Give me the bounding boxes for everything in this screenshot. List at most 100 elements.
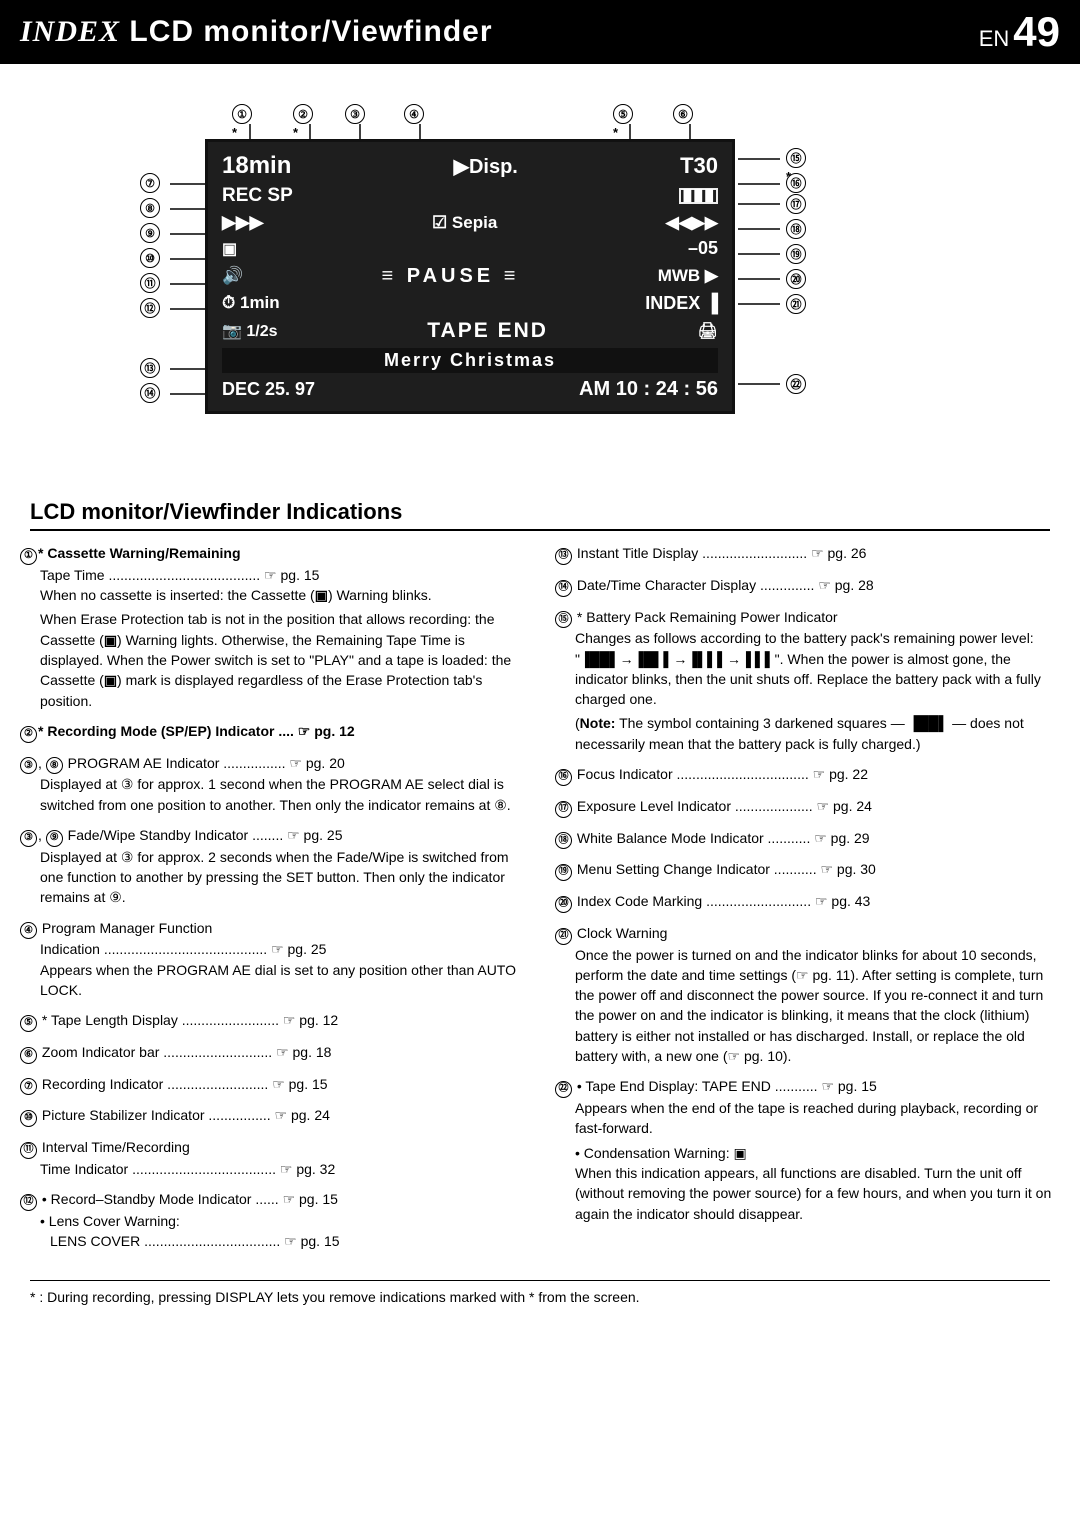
lcd-grid-icon: ▣ xyxy=(222,239,237,259)
item-16: ⑯ Focus Indicator ......................… xyxy=(555,764,1060,786)
page-number-block: EN 49 xyxy=(979,8,1060,56)
lcd-sepia: ☑ Sepia xyxy=(432,213,497,233)
item-2: ②* Recording Mode (SP/EP) Indicator ....… xyxy=(20,721,525,743)
callout-16: ⑯ xyxy=(786,173,806,193)
item-7-num: ⑦ xyxy=(20,1078,37,1095)
item-12-num: ⑫ xyxy=(20,1194,37,1211)
callout-6: ⑥ xyxy=(673,104,693,124)
item-14: ⑭ Date/Time Character Display ..........… xyxy=(555,575,1060,597)
item-10: ⑩ Picture Stabilizer Indicator .........… xyxy=(20,1105,525,1127)
lcd-row-2: REC SP █ █ █ xyxy=(222,185,718,207)
item-8-num: ⑧ xyxy=(46,757,63,774)
lcd-direction-arrows: ◀◀▶▶ xyxy=(666,213,718,233)
page-header: INDEX LCD monitor/Viewfinder EN 49 xyxy=(0,0,1080,64)
lcd-row-3: ▶▶▶ ☑ Sepia ◀◀▶▶ xyxy=(222,212,718,233)
item-6: ⑥ Zoom Indicator bar ...................… xyxy=(20,1042,525,1064)
item-3b-num: ③ xyxy=(20,830,37,847)
section-title: LCD monitor/Viewfinder Indications xyxy=(30,499,1050,531)
item-4-num: ④ xyxy=(20,922,37,939)
lcd-pause: ≡ PAUSE ≡ xyxy=(382,265,520,288)
item-17: ⑰ Exposure Level Indicator .............… xyxy=(555,796,1060,818)
callout-9: ⑨ xyxy=(140,223,160,243)
item-5: ⑤ * Tape Length Display ................… xyxy=(20,1010,525,1032)
item-13: ⑬ Instant Title Display ................… xyxy=(555,543,1060,565)
item-1-num: ① xyxy=(20,548,37,565)
lcd-shutter: 📷 1/2s xyxy=(222,321,278,341)
lcd-time: AM 10 : 24 : 56 xyxy=(579,378,718,401)
item-13-num: ⑬ xyxy=(555,548,572,565)
en-label: EN xyxy=(979,26,1010,52)
diagram-area: ①* ②* ③ ④ ⑤* ⑥ ⑮* ⑯ ⑰ ⑱ ⑲ xyxy=(0,64,1080,494)
item-18: ⑱ White Balance Mode Indicator .........… xyxy=(555,828,1060,850)
item-21-num: ㉑ xyxy=(555,928,572,945)
callout-4: ④ xyxy=(404,104,424,124)
callout-13: ⑬ xyxy=(140,358,160,378)
callout-22: ㉒ xyxy=(786,374,806,394)
lcd-speaker: 🔊 xyxy=(222,266,243,286)
item-12: ⑫ • Record–Standby Mode Indicator ......… xyxy=(20,1189,525,1251)
item-14-num: ⑭ xyxy=(555,580,572,597)
lcd-row-8: Merry Christmas xyxy=(222,348,718,373)
item-19-num: ⑲ xyxy=(555,864,572,881)
content-columns: ①* Cassette Warning/Remaining Tape Time … xyxy=(0,543,1080,1262)
callout-2: ②* xyxy=(293,104,313,141)
item-22: ㉒ • Tape End Display: TAPE END .........… xyxy=(555,1076,1060,1224)
callout-19: ⑲ xyxy=(786,244,806,264)
lcd-arrows-fwd: ▶▶▶ xyxy=(222,212,264,233)
item-11: ⑪ Interval Time/Recording Time Indicator… xyxy=(20,1137,525,1179)
item-9-num: ⑨ xyxy=(46,830,63,847)
item-18-num: ⑱ xyxy=(555,832,572,849)
item-21: ㉑ Clock Warning Once the power is turned… xyxy=(555,923,1060,1067)
item-3-num: ③ xyxy=(20,757,37,774)
lcd-row-4: ▣ –05 xyxy=(222,238,718,259)
lcd-tape-end: TAPE END xyxy=(427,319,548,343)
lcd-print-icon: 🖨 xyxy=(698,321,718,341)
lcd-mwb: MWB ▶ xyxy=(658,266,718,286)
callout-14: ⑭ xyxy=(140,383,160,403)
lcd-battery: █ █ █ xyxy=(679,188,719,204)
callout-10: ⑩ xyxy=(140,248,160,268)
lcd-exposure: –05 xyxy=(688,238,718,259)
lcd-disp-label: ▶Disp. xyxy=(454,154,518,179)
callout-18: ⑱ xyxy=(786,219,806,239)
lcd-time-remaining: 18min xyxy=(222,152,291,180)
diagram-container: ①* ②* ③ ④ ⑤* ⑥ ⑮* ⑯ ⑰ ⑱ ⑲ xyxy=(50,84,1030,484)
item-11-num: ⑪ xyxy=(20,1142,37,1159)
item-15-num: ⑮ xyxy=(555,611,572,628)
lcd-date: DEC 25. 97 xyxy=(222,379,315,400)
right-column: ⑬ Instant Title Display ................… xyxy=(545,543,1060,1262)
item-17-num: ⑰ xyxy=(555,801,572,818)
callout-12: ⑫ xyxy=(140,298,160,318)
callout-21: ㉑ xyxy=(786,294,806,314)
lcd-interval: ⏱ 1min xyxy=(222,293,280,313)
lcd-row-7: 📷 1/2s TAPE END 🖨 xyxy=(222,319,718,343)
item-3-8: ③, ⑧ PROGRAM AE Indicator ..............… xyxy=(20,753,525,815)
item-10-num: ⑩ xyxy=(20,1110,37,1127)
lcd-row-5: 🔊 ≡ PAUSE ≡ MWB ▶ xyxy=(222,265,718,288)
lcd-row-9: DEC 25. 97 AM 10 : 24 : 56 xyxy=(222,378,718,401)
callout-3: ③ xyxy=(345,104,365,124)
callout-1: ①* xyxy=(232,104,252,141)
lcd-display: 18min ▶Disp. T30 REC SP █ █ █ ▶▶▶ ☑ Sepi… xyxy=(205,139,735,414)
callout-11: ⑪ xyxy=(140,273,160,293)
callout-20: ⑳ xyxy=(786,269,806,289)
item-20: ⑳ Index Code Marking ...................… xyxy=(555,891,1060,913)
callout-8: ⑧ xyxy=(140,198,160,218)
header-subtitle: LCD monitor/Viewfinder xyxy=(129,15,492,48)
footer-note: * : During recording, pressing DISPLAY l… xyxy=(30,1280,1050,1305)
item-1: ①* Cassette Warning/Remaining Tape Time … xyxy=(20,543,525,711)
item-15: ⑮ * Battery Pack Remaining Power Indicat… xyxy=(555,607,1060,755)
item-20-num: ⑳ xyxy=(555,896,572,913)
page-number: 49 xyxy=(1013,8,1060,56)
lcd-rec-sp: REC SP xyxy=(222,185,293,207)
lcd-t30: T30 xyxy=(680,153,718,179)
brand-italic: INDEX xyxy=(20,15,120,48)
item-2-num: ② xyxy=(20,726,37,743)
item-4: ④ Program Manager Function Indication ..… xyxy=(20,918,525,1001)
item-3-9: ③, ⑨ Fade/Wipe Standby Indicator .......… xyxy=(20,825,525,908)
lcd-index: INDEX ▐ xyxy=(645,293,718,314)
callout-7: ⑦ xyxy=(140,173,160,193)
callout-5: ⑤* xyxy=(613,104,633,141)
header-title: INDEX LCD monitor/Viewfinder xyxy=(20,15,493,49)
lcd-row-6: ⏱ 1min INDEX ▐ xyxy=(222,293,718,314)
